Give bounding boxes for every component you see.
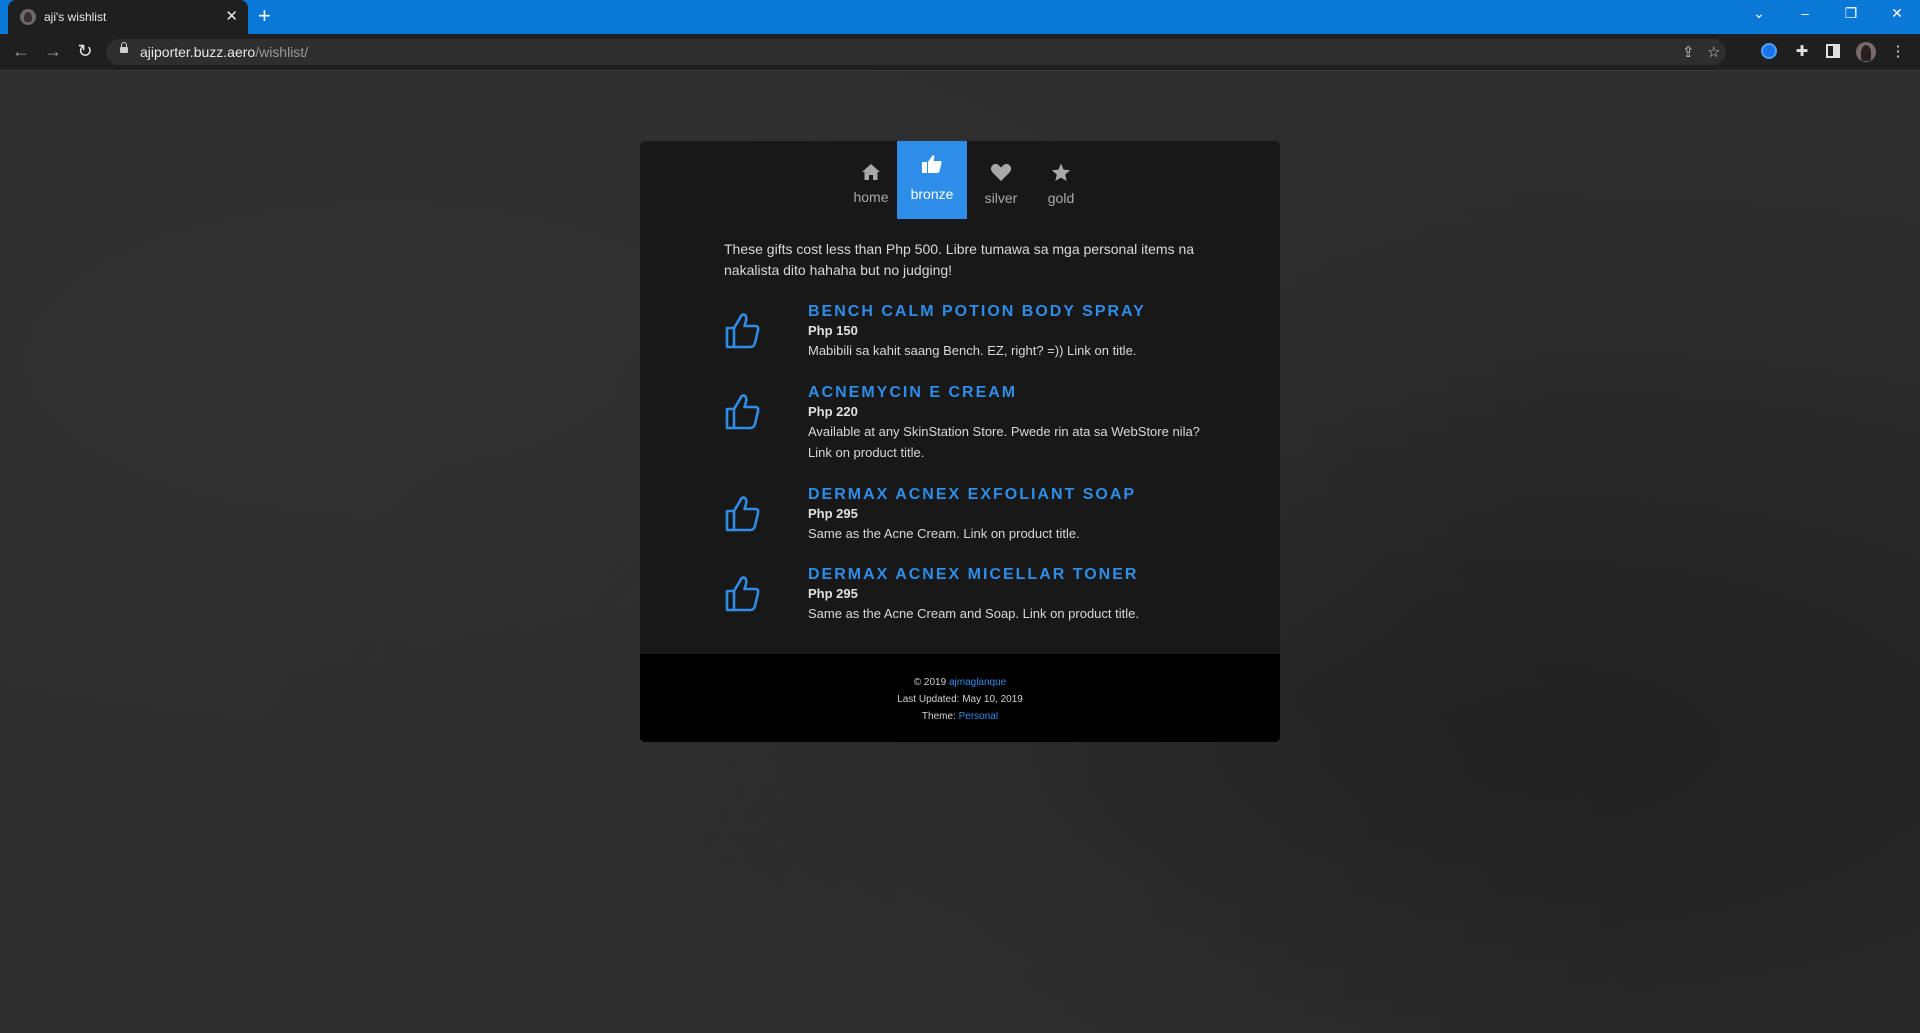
kebab-menu-icon[interactable]: ⋮ <box>1888 42 1908 62</box>
author-link[interactable]: ajmaglanque <box>949 677 1006 688</box>
item-title-link[interactable]: Dermax Acnex Micellar Toner <box>808 565 1218 585</box>
nav-item-gold[interactable]: gold <box>1034 141 1088 218</box>
browser-titlebar: aji's wishlist ✕ + ⌄ – ❐ ✕ <box>0 0 1920 34</box>
share-icon[interactable]: ⇪ <box>1682 43 1695 61</box>
theme-label: Theme: <box>921 711 956 722</box>
item-description: Same as the Acne Cream and Soap. Link on… <box>808 606 1139 621</box>
thumbs-up-outline-icon <box>725 394 760 430</box>
nav-item-bronze[interactable]: bronze <box>897 141 967 219</box>
thumbs-up-outline-icon <box>725 313 760 349</box>
item-body: Bench Calm Potion Body Spray Php 150 Mab… <box>808 302 1218 361</box>
nav-label-silver: silver <box>984 190 1018 206</box>
item-title-link[interactable]: Bench Calm Potion Body Spray <box>808 302 1218 322</box>
puzzle-icon[interactable]: ✚ <box>1792 42 1812 62</box>
item-title-link[interactable]: Acnemycin E Cream <box>808 383 1218 403</box>
item-price: Php 295 <box>808 506 858 521</box>
bookmark-star-icon[interactable]: ☆ <box>1707 43 1720 61</box>
address-url[interactable]: ajiporter.buzz.aero/wishlist/ <box>140 44 308 60</box>
wishlist-card: home bronze silver gold These gifts cost… <box>640 141 1280 742</box>
minimize-icon[interactable]: – <box>1790 5 1820 21</box>
tab-favicon-icon <box>20 9 36 25</box>
new-tab-button[interactable]: + <box>258 3 271 29</box>
side-panel-icon[interactable] <box>1826 44 1840 58</box>
page-footer: © 2019 ajmaglanque Last Updated: May 10,… <box>640 654 1280 742</box>
nav-item-silver[interactable]: silver <box>970 141 1032 218</box>
thumbs-up-icon <box>897 154 967 178</box>
nav-item-home[interactable]: home <box>839 141 903 218</box>
item-price: Php 220 <box>808 404 858 419</box>
forward-icon[interactable]: → <box>42 41 64 62</box>
address-bar[interactable]: ajiporter.buzz.aero/wishlist/ ⇪ ☆ <box>106 39 1726 65</box>
nav-label-bronze: bronze <box>910 186 954 202</box>
browser-toolbar: ← → ↻ ajiporter.buzz.aero/wishlist/ ⇪ ☆ … <box>0 34 1920 71</box>
tab-search-icon[interactable]: ⌄ <box>1744 5 1774 22</box>
item-price: Php 295 <box>808 586 858 601</box>
url-path: /wishlist/ <box>255 44 309 60</box>
browser-tab[interactable]: aji's wishlist ✕ <box>8 0 248 34</box>
nav-label-gold: gold <box>1047 190 1075 206</box>
home-icon <box>839 163 903 185</box>
item-description: Same as the Acne Cream. Link on product … <box>808 526 1080 541</box>
tab-title: aji's wishlist <box>44 10 107 24</box>
nav-label-home: home <box>853 189 889 205</box>
reload-icon[interactable]: ↻ <box>74 41 96 62</box>
extension-icon[interactable] <box>1761 43 1777 59</box>
intro-text: These gifts cost less than Php 500. Libr… <box>724 241 1195 278</box>
footer-theme: Theme: Personal <box>640 708 1280 725</box>
footer-copyright: © 2019 ajmaglanque <box>640 674 1280 691</box>
close-window-icon[interactable]: ✕ <box>1882 5 1912 22</box>
thumbs-up-outline-icon <box>725 576 760 612</box>
tier-nav: home bronze silver gold <box>640 141 1280 219</box>
thumbs-up-outline-icon <box>725 496 760 532</box>
lock-icon <box>120 42 128 53</box>
item-description: Mabibili sa kahit saang Bench. EZ, right… <box>808 343 1137 358</box>
back-icon[interactable]: ← <box>10 41 32 62</box>
item-body: Acnemycin E Cream Php 220 Available at a… <box>808 383 1218 463</box>
item-price: Php 150 <box>808 323 858 338</box>
footer-last-updated: Last Updated: May 10, 2019 <box>897 694 1023 705</box>
profile-avatar[interactable] <box>1856 42 1876 62</box>
copyright-text: © 2019 <box>913 677 947 688</box>
tab-close-icon[interactable]: ✕ <box>225 7 238 25</box>
page-viewport: home bronze silver gold These gifts cost… <box>0 71 1920 1033</box>
restore-icon[interactable]: ❐ <box>1836 5 1866 22</box>
item-body: Dermax Acnex Micellar Toner Php 295 Same… <box>808 565 1218 624</box>
star-icon <box>1034 163 1088 186</box>
item-title-link[interactable]: Dermax Acnex Exfoliant Soap <box>808 485 1218 505</box>
item-description: Available at any SkinStation Store. Pwed… <box>808 424 1200 460</box>
url-host: ajiporter.buzz.aero <box>140 44 256 60</box>
item-body: Dermax Acnex Exfoliant Soap Php 295 Same… <box>808 485 1218 544</box>
heart-icon <box>970 163 1032 186</box>
theme-link[interactable]: Personal <box>959 711 998 722</box>
